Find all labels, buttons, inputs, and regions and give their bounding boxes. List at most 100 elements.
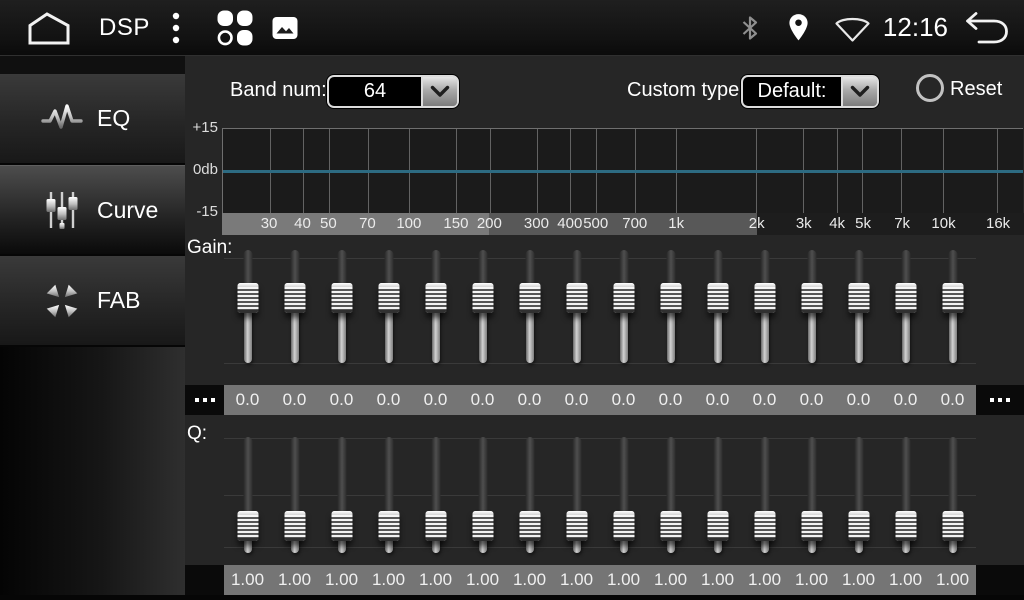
gain-slider[interactable] bbox=[318, 250, 365, 365]
slider-thumb[interactable] bbox=[519, 283, 540, 313]
slider-thumb[interactable] bbox=[613, 511, 634, 541]
slider-thumb[interactable] bbox=[801, 511, 822, 541]
q-slider[interactable] bbox=[412, 437, 459, 555]
sidebar-item-fab[interactable]: FAB bbox=[0, 256, 185, 347]
q-slider[interactable] bbox=[694, 437, 741, 555]
slider-track-bottom bbox=[291, 309, 299, 363]
gain-slider[interactable] bbox=[224, 250, 271, 365]
slider-track-top bbox=[431, 250, 440, 287]
slider-thumb[interactable] bbox=[895, 511, 916, 541]
slider-thumb[interactable] bbox=[660, 283, 681, 313]
slider-thumb[interactable] bbox=[848, 283, 869, 313]
freq-tick-label: 5k bbox=[855, 213, 871, 235]
chevron-down-icon[interactable] bbox=[421, 77, 457, 106]
q-slider[interactable] bbox=[224, 437, 271, 555]
q-slider[interactable] bbox=[835, 437, 882, 555]
slider-thumb[interactable] bbox=[331, 283, 352, 313]
back-icon[interactable] bbox=[962, 9, 1010, 46]
q-value: 1.00 bbox=[929, 565, 976, 595]
q-value: 1.00 bbox=[600, 565, 647, 595]
gain-slider[interactable] bbox=[365, 250, 412, 365]
slider-thumb[interactable] bbox=[425, 511, 446, 541]
gain-value: 0.0 bbox=[365, 385, 412, 415]
q-slider[interactable] bbox=[741, 437, 788, 555]
q-slider[interactable] bbox=[506, 437, 553, 555]
slider-thumb[interactable] bbox=[848, 511, 869, 541]
bluetooth-icon bbox=[739, 14, 761, 42]
q-value: 1.00 bbox=[224, 565, 271, 595]
gain-slider[interactable] bbox=[600, 250, 647, 365]
q-slider[interactable] bbox=[929, 437, 976, 555]
gain-slider[interactable] bbox=[741, 250, 788, 365]
slider-thumb[interactable] bbox=[566, 511, 587, 541]
slider-thumb[interactable] bbox=[707, 283, 728, 313]
band-num-dropdown[interactable]: 64 bbox=[327, 75, 459, 108]
q-slider[interactable] bbox=[553, 437, 600, 555]
slider-thumb[interactable] bbox=[472, 283, 493, 313]
gallery-icon[interactable] bbox=[272, 16, 298, 40]
gain-slider[interactable] bbox=[459, 250, 506, 365]
slider-track-top bbox=[948, 437, 957, 515]
q-slider[interactable] bbox=[459, 437, 506, 555]
slider-thumb[interactable] bbox=[237, 511, 258, 541]
scroll-bands-left-button[interactable] bbox=[185, 385, 224, 415]
gain-slider[interactable] bbox=[788, 250, 835, 365]
slider-thumb[interactable] bbox=[472, 511, 493, 541]
slider-thumb[interactable] bbox=[378, 283, 399, 313]
gain-slider[interactable] bbox=[412, 250, 459, 365]
slider-track-top bbox=[337, 437, 346, 515]
q-slider[interactable] bbox=[318, 437, 365, 555]
q-slider[interactable] bbox=[882, 437, 929, 555]
slider-thumb[interactable] bbox=[707, 511, 728, 541]
gain-slider[interactable] bbox=[835, 250, 882, 365]
gain-slider[interactable] bbox=[553, 250, 600, 365]
slider-thumb[interactable] bbox=[425, 283, 446, 313]
slider-thumb[interactable] bbox=[237, 283, 258, 313]
scroll-bands-right-button[interactable] bbox=[976, 385, 1024, 415]
q-slider[interactable] bbox=[600, 437, 647, 555]
slider-thumb[interactable] bbox=[942, 283, 963, 313]
slider-thumb[interactable] bbox=[613, 283, 634, 313]
slider-thumb[interactable] bbox=[284, 283, 305, 313]
slider-track-bottom bbox=[385, 309, 393, 363]
slider-thumb[interactable] bbox=[801, 283, 822, 313]
q-value: 1.00 bbox=[553, 565, 600, 595]
gain-slider[interactable] bbox=[647, 250, 694, 365]
sidebar-item-eq[interactable]: EQ bbox=[0, 74, 185, 165]
slider-thumb[interactable] bbox=[895, 283, 916, 313]
slider-track-top bbox=[619, 437, 628, 515]
slider-thumb[interactable] bbox=[660, 511, 681, 541]
q-slider[interactable] bbox=[647, 437, 694, 555]
custom-type-dropdown[interactable]: Default: bbox=[741, 75, 879, 108]
slider-track-bottom bbox=[808, 309, 816, 363]
home-icon[interactable] bbox=[27, 10, 71, 46]
slider-thumb[interactable] bbox=[942, 511, 963, 541]
chevron-down-icon[interactable] bbox=[841, 77, 877, 106]
slider-thumb[interactable] bbox=[566, 283, 587, 313]
gain-slider[interactable] bbox=[271, 250, 318, 365]
q-slider[interactable] bbox=[788, 437, 835, 555]
freq-tick-label: 16k bbox=[986, 213, 1010, 235]
sidebar-item-curve[interactable]: Curve bbox=[0, 165, 185, 256]
q-slider[interactable] bbox=[365, 437, 412, 555]
slider-thumb[interactable] bbox=[284, 511, 305, 541]
eq-plot[interactable] bbox=[222, 128, 1023, 213]
y-axis-label-zero: 0db bbox=[185, 161, 218, 178]
slider-thumb[interactable] bbox=[378, 511, 399, 541]
slider-thumb[interactable] bbox=[754, 511, 775, 541]
apps-clover-icon[interactable] bbox=[216, 9, 254, 47]
reset-radio[interactable] bbox=[916, 74, 944, 102]
gain-slider[interactable] bbox=[694, 250, 741, 365]
gain-slider[interactable] bbox=[882, 250, 929, 365]
q-slider[interactable] bbox=[271, 437, 318, 555]
curve-panel: Band num: 64 Custom type: Default: Reset… bbox=[185, 56, 1024, 600]
gain-slider[interactable] bbox=[506, 250, 553, 365]
slider-track-top bbox=[290, 250, 299, 287]
q-label: Q: bbox=[187, 423, 207, 445]
kebab-menu-icon[interactable] bbox=[172, 11, 180, 45]
slider-thumb[interactable] bbox=[331, 511, 352, 541]
slider-thumb[interactable] bbox=[754, 283, 775, 313]
q-value: 1.00 bbox=[271, 565, 318, 595]
slider-thumb[interactable] bbox=[519, 511, 540, 541]
gain-slider[interactable] bbox=[929, 250, 976, 365]
